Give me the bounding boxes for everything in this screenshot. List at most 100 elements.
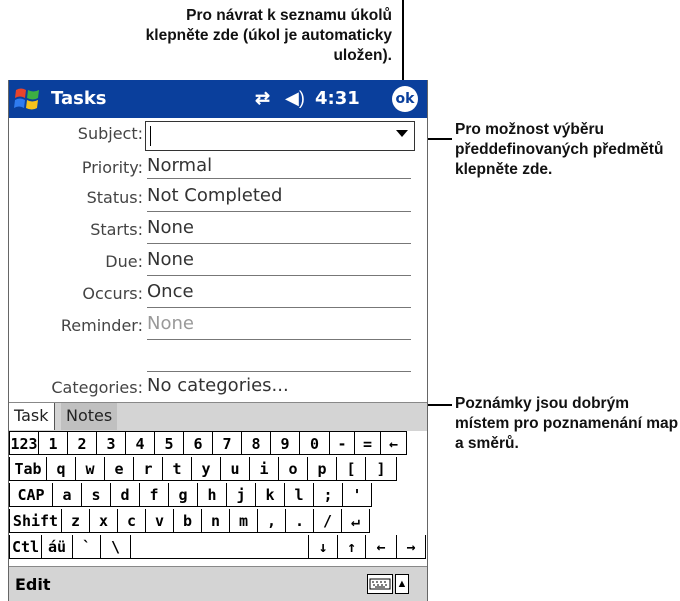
key[interactable]: ↓: [309, 535, 338, 559]
key[interactable]: ←: [381, 431, 407, 455]
key[interactable]: i: [250, 457, 279, 481]
key[interactable]: →: [397, 535, 426, 559]
key[interactable]: -: [330, 431, 355, 455]
reminder-row[interactable]: Reminder: None: [9, 310, 411, 342]
due-label: Due:: [105, 252, 143, 271]
key[interactable]: [: [337, 457, 366, 481]
tab-notes[interactable]: Notes: [61, 403, 118, 430]
chevron-up-icon[interactable]: ▲: [395, 574, 409, 594]
key[interactable]: ↵: [342, 509, 370, 533]
key[interactable]: l: [285, 483, 314, 507]
key[interactable]: ]: [366, 457, 397, 481]
key[interactable]: r: [134, 457, 163, 481]
starts-row[interactable]: Starts: None: [9, 214, 411, 246]
key[interactable]: k: [256, 483, 285, 507]
categories-value[interactable]: No categories...: [147, 375, 289, 396]
key[interactable]: .: [286, 509, 314, 533]
key[interactable]: ,: [258, 509, 286, 533]
key[interactable]: e: [105, 457, 134, 481]
key[interactable]: 3: [97, 431, 126, 455]
key[interactable]: 0: [300, 431, 330, 455]
form-scroll-area: [412, 118, 427, 398]
key[interactable]: n: [202, 509, 230, 533]
key[interactable]: Ctl: [9, 535, 42, 559]
key-space[interactable]: [131, 535, 309, 559]
key[interactable]: áü: [42, 535, 73, 559]
key[interactable]: v: [146, 509, 174, 533]
key[interactable]: p: [308, 457, 337, 481]
key[interactable]: f: [140, 483, 169, 507]
due-row[interactable]: Due: None: [9, 246, 411, 278]
key[interactable]: 9: [271, 431, 300, 455]
leader-line-top: [402, 0, 404, 92]
key[interactable]: ↑: [338, 535, 366, 559]
key[interactable]: CAP: [9, 483, 53, 507]
key[interactable]: 123: [9, 431, 39, 455]
key[interactable]: ←: [366, 535, 397, 559]
occurs-row[interactable]: Occurs: Once: [9, 278, 411, 310]
key[interactable]: ;: [314, 483, 343, 507]
key[interactable]: y: [192, 457, 221, 481]
key[interactable]: q: [47, 457, 76, 481]
key[interactable]: Shift: [9, 509, 62, 533]
key[interactable]: t: [163, 457, 192, 481]
key[interactable]: g: [169, 483, 198, 507]
tab-bar: Task Notes: [9, 402, 427, 431]
reminder-value[interactable]: None: [147, 313, 194, 334]
priority-value[interactable]: Normal: [147, 155, 212, 176]
callout-ok-button: Pro návrat k seznamu úkolů klepněte zde …: [145, 7, 392, 64]
callout-subject-dropdown: Pro možnost výběru předdefinovaných před…: [455, 121, 664, 178]
key[interactable]: s: [82, 483, 111, 507]
key[interactable]: 2: [68, 431, 97, 455]
key[interactable]: 4: [126, 431, 155, 455]
key[interactable]: j: [227, 483, 256, 507]
key[interactable]: 1: [39, 431, 68, 455]
clock[interactable]: 4:31: [315, 88, 360, 109]
key[interactable]: ': [343, 483, 372, 507]
field-underline: [147, 307, 411, 308]
status-row[interactable]: Status: Not Completed: [9, 182, 411, 214]
key[interactable]: 6: [184, 431, 213, 455]
key[interactable]: /: [314, 509, 342, 533]
starts-value[interactable]: None: [147, 217, 194, 238]
tab-task[interactable]: Task: [9, 403, 55, 430]
key[interactable]: m: [230, 509, 258, 533]
keyboard-icon[interactable]: [367, 574, 393, 594]
edit-menu[interactable]: Edit: [15, 575, 51, 594]
key[interactable]: o: [279, 457, 308, 481]
reminder-label: Reminder:: [60, 316, 143, 335]
key[interactable]: \: [101, 535, 131, 559]
ok-button[interactable]: ok: [392, 86, 418, 112]
app-title: Tasks: [51, 88, 107, 109]
key[interactable]: 5: [155, 431, 184, 455]
field-underline: [147, 339, 411, 340]
key[interactable]: z: [62, 509, 90, 533]
field-underline: [147, 178, 411, 179]
key[interactable]: w: [76, 457, 105, 481]
key[interactable]: =: [355, 431, 381, 455]
key[interactable]: 8: [242, 431, 271, 455]
speaker-icon[interactable]: ◀): [285, 88, 305, 109]
due-value[interactable]: None: [147, 249, 194, 270]
subject-dropdown[interactable]: [145, 121, 415, 151]
categories-row[interactable]: Categories: No categories...: [9, 372, 409, 404]
start-menu-icon[interactable]: [13, 85, 43, 113]
key[interactable]: b: [174, 509, 202, 533]
callout-notes-tab: Poznámky jsou dobrým místem pro poznamen…: [455, 395, 679, 452]
key[interactable]: Tab: [9, 457, 47, 481]
key[interactable]: u: [221, 457, 250, 481]
key[interactable]: `: [73, 535, 101, 559]
occurs-value[interactable]: Once: [147, 281, 194, 302]
key[interactable]: x: [90, 509, 118, 533]
key[interactable]: h: [198, 483, 227, 507]
key[interactable]: d: [111, 483, 140, 507]
priority-row[interactable]: Priority: Normal: [9, 152, 411, 184]
blank-row: [9, 342, 411, 374]
status-value[interactable]: Not Completed: [147, 185, 282, 206]
key[interactable]: a: [53, 483, 82, 507]
connectivity-icon[interactable]: ⇄: [255, 88, 270, 109]
priority-label: Priority:: [81, 158, 143, 177]
key[interactable]: 7: [213, 431, 242, 455]
key[interactable]: c: [118, 509, 146, 533]
chevron-down-icon[interactable]: [396, 130, 408, 137]
